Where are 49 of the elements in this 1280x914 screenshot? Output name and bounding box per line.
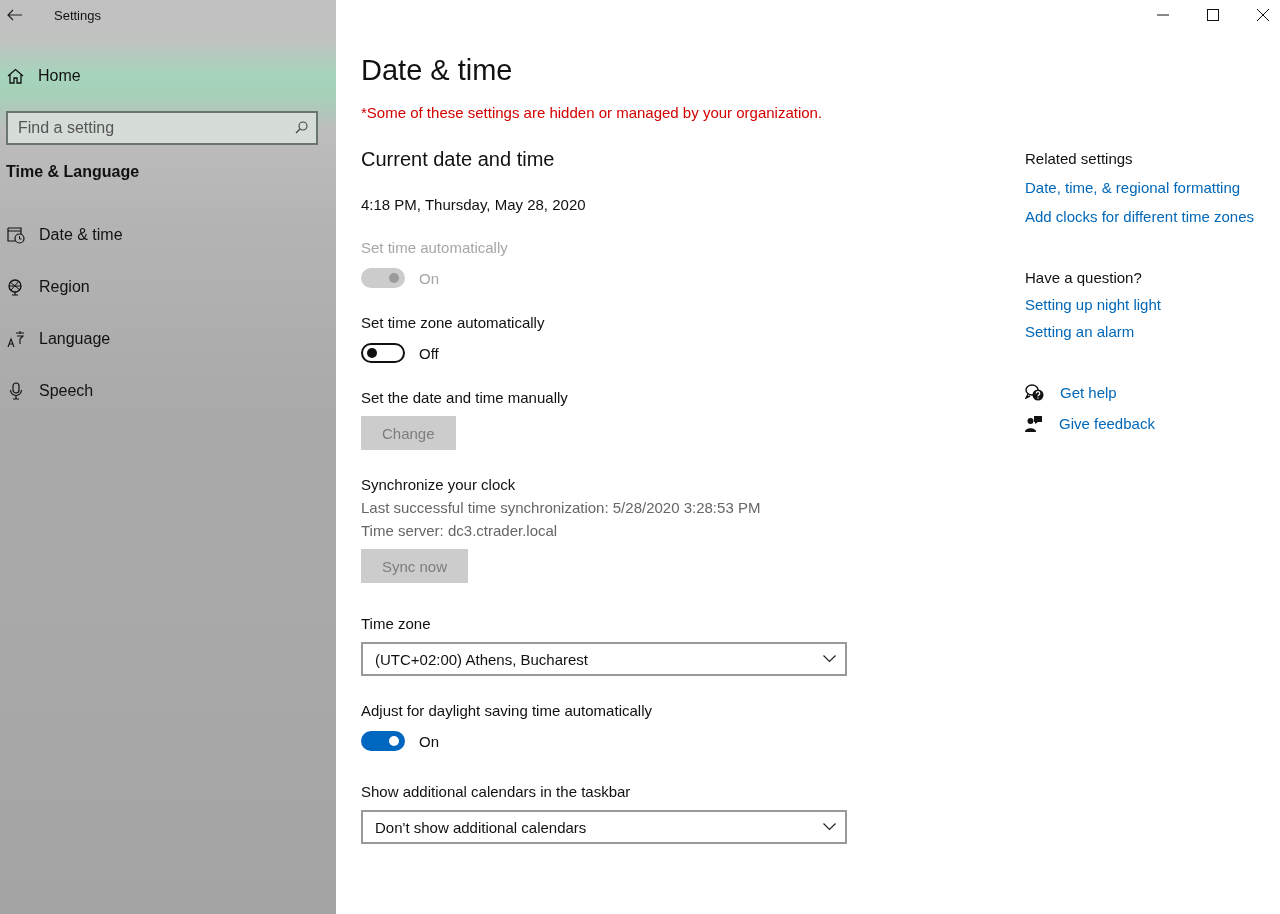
chat-question-icon: [1025, 384, 1044, 401]
question-heading: Have a question?: [1025, 269, 1142, 286]
setting-label: Synchronize your clock: [361, 476, 517, 493]
toggle-state: On: [419, 732, 439, 750]
sidebar-item[interactable]: Region: [0, 261, 336, 313]
setting-label: Adjust for daylight saving time automatically: [361, 702, 653, 719]
toggle-state: On: [419, 269, 439, 287]
related-link[interactable]: Date, time, & regional formatting: [1025, 179, 1241, 196]
section-heading: Time & Language: [5, 163, 141, 181]
globe-icon: [7, 278, 25, 296]
dropdown[interactable]: (UTC+02:00) Athens, Bucharest: [361, 642, 847, 676]
search-icon: [295, 121, 308, 134]
page-title: Date & time: [361, 54, 514, 87]
window-title: Settings: [54, 7, 101, 23]
policy-notice: *Some of these settings are hidden or managed by your organization.: [361, 104, 824, 121]
help-link[interactable]: Setting up night light: [1025, 296, 1161, 313]
setting-label: Set time zone automatically: [361, 314, 546, 331]
calendar-clock-icon: [7, 226, 25, 244]
setting-label: Set the date and time manually: [361, 389, 569, 406]
maximize-icon[interactable]: [1207, 9, 1219, 21]
search-field[interactable]: Find a setting: [6, 111, 318, 145]
sidebar-item[interactable]: Speech: [0, 365, 336, 417]
setting-label: Time zone: [361, 615, 432, 632]
language-icon: [7, 330, 25, 348]
toggle-switch[interactable]: [361, 343, 405, 363]
chevron-down-icon: [823, 655, 836, 663]
related-heading: Related settings: [1025, 150, 1133, 167]
sync-info: Last successful time synchronization: 5/28/2020 3:28:53 PM: [361, 499, 762, 516]
help-link[interactable]: Setting an alarm: [1025, 323, 1135, 340]
person-feedback-icon: [1025, 415, 1043, 432]
home-nav-item[interactable]: Home: [0, 46, 336, 106]
setting-label: Show additional calendars in the taskbar: [361, 783, 632, 800]
back-arrow-icon[interactable]: [7, 9, 23, 21]
close-icon[interactable]: [1257, 9, 1269, 21]
toggle-switch[interactable]: [361, 731, 405, 751]
sidebar-item[interactable]: Language: [0, 313, 336, 365]
sync-info: Time server: dc3.ctrader.local: [361, 522, 559, 539]
microphone-icon: [7, 382, 25, 400]
toggle-state: Off: [419, 344, 439, 362]
house-icon: [7, 68, 24, 84]
section-heading: Current date and time: [361, 148, 556, 171]
dropdown[interactable]: Don't show additional calendars: [361, 810, 847, 844]
help-link[interactable]: Get help: [1060, 384, 1117, 401]
related-link[interactable]: Add clocks for different time zones: [1025, 208, 1254, 225]
setting-label: Set time automatically: [361, 239, 509, 256]
sidebar-item[interactable]: Date & time: [0, 209, 336, 261]
help-link[interactable]: Give feedback: [1059, 415, 1155, 432]
current-date-time: 4:18 PM, Thursday, May 28, 2020: [361, 196, 587, 213]
chevron-down-icon: [823, 823, 836, 831]
